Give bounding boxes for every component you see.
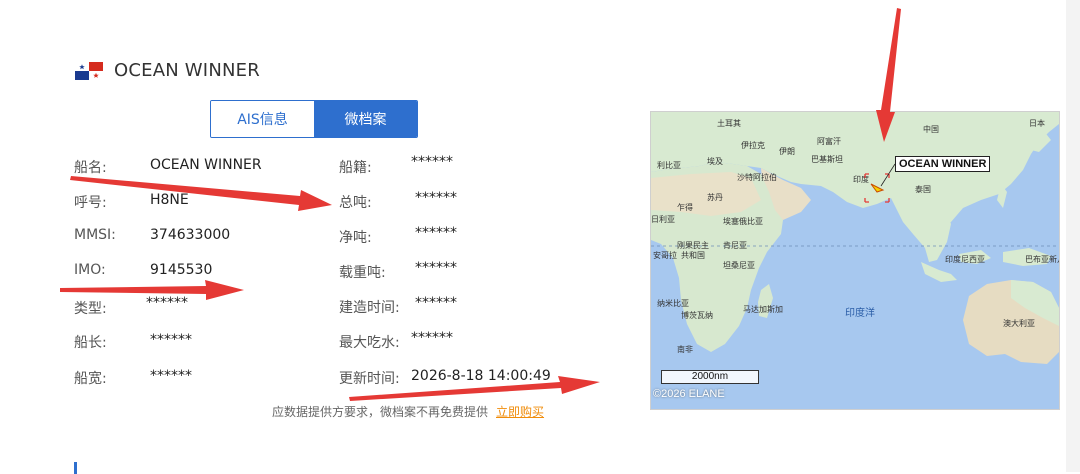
ship-name: OCEAN WINNER: [114, 60, 260, 81]
map-label: 巴布亚新几内亚: [1025, 254, 1059, 264]
map-label: 纳米比亚: [657, 298, 689, 308]
label-ship-name: 船名:: [74, 160, 107, 176]
map-label: 南非: [677, 344, 693, 354]
annotation-arrow-icon: [70, 176, 332, 211]
map-label: 日本: [1029, 118, 1045, 128]
map-canvas: 土耳其 中国 日本 伊拉克 阿富汗 利比亚 埃及 伊朗 巴基斯坦 沙特阿拉伯 印…: [651, 112, 1059, 409]
map-label: 巴基斯坦: [811, 154, 843, 164]
label-length: 船长:: [74, 335, 107, 351]
value-net-tonnage: ******: [415, 225, 457, 241]
map-label: 中国: [923, 124, 939, 134]
value-max-draft: ******: [411, 330, 453, 346]
label-call-sign: 呼号:: [74, 195, 107, 211]
value-update-time: 2026-8-18 14:00:49: [411, 368, 551, 384]
label-gross-tonnage: 总吨:: [339, 195, 372, 211]
tab-ais-info[interactable]: AIS信息: [211, 101, 314, 137]
map-copyright: ©2026 ELANE: [653, 388, 725, 400]
map-label: 阿富汗: [817, 136, 841, 146]
label-beam: 船宽:: [74, 371, 107, 387]
value-type: ******: [146, 295, 188, 311]
map-label: 泰国: [915, 184, 931, 194]
map-label: 苏丹: [707, 192, 723, 202]
map-label: 坦桑尼亚: [723, 260, 755, 270]
profile-tabs: AIS信息 微档案: [210, 100, 418, 138]
map-label: 共和国: [681, 251, 705, 260]
label-build-date: 建造时间:: [339, 300, 400, 316]
section-header-bar: [74, 462, 77, 474]
value-call-sign: H8NE: [150, 192, 189, 208]
map-label: 土耳其: [717, 118, 741, 128]
label-deadweight: 载重吨:: [339, 265, 386, 281]
map-label: 利比亚: [657, 160, 681, 170]
map-label: 澳大利亚: [1003, 318, 1035, 328]
value-imo: 9145530: [150, 262, 213, 278]
map-label: 马达加斯加: [743, 304, 783, 314]
map-label: 伊朗: [779, 146, 795, 156]
page-side-strip: [1066, 0, 1080, 472]
value-flag-state: ******: [411, 154, 453, 170]
label-imo: IMO:: [74, 262, 106, 278]
map-label: 安哥拉: [653, 250, 677, 260]
buy-now-link[interactable]: 立即购买: [496, 405, 544, 419]
ocean-label: 印度洋: [845, 306, 875, 319]
map-label: 博茨瓦纳: [681, 310, 713, 320]
map-label: 埃塞俄比亚: [723, 216, 763, 226]
map-label: 刚果民主: [677, 240, 709, 250]
ship-position-map[interactable]: 土耳其 中国 日本 伊拉克 阿富汗 利比亚 埃及 伊朗 巴基斯坦 沙特阿拉伯 印…: [650, 111, 1060, 410]
map-label: 埃及: [707, 156, 723, 166]
value-deadweight: ******: [415, 260, 457, 276]
label-type: 类型:: [74, 301, 107, 317]
label-update-time: 更新时间:: [339, 371, 400, 387]
value-beam: ******: [150, 368, 192, 384]
label-net-tonnage: 净吨:: [339, 230, 372, 246]
panama-flag-icon: [75, 62, 103, 80]
value-ship-name: OCEAN WINNER: [150, 157, 262, 173]
map-label: 印度: [853, 174, 869, 184]
map-label: 印度尼西亚: [945, 254, 985, 264]
paywall-notice: 应数据提供方要求，微档案不再免费提供 立即购买: [272, 403, 544, 420]
label-max-draft: 最大吃水:: [339, 335, 400, 351]
label-flag-state: 船籍:: [339, 160, 372, 176]
map-label: 伊拉克: [741, 140, 765, 150]
label-mmsi: MMSI:: [74, 227, 116, 243]
paywall-notice-text: 应数据提供方要求，微档案不再免费提供: [272, 405, 489, 419]
value-length: ******: [150, 332, 192, 348]
map-label: 尼日利亚: [651, 214, 675, 224]
map-label: 乍得: [677, 202, 693, 212]
ship-map-label[interactable]: OCEAN WINNER: [895, 156, 991, 172]
map-scale-bar: 2000nm: [661, 370, 759, 384]
value-gross-tonnage: ******: [415, 190, 457, 206]
value-build-date: ******: [415, 295, 457, 311]
map-label: 沙特阿拉伯: [737, 172, 777, 182]
tab-micro-profile[interactable]: 微档案: [314, 101, 417, 137]
map-label: 肯尼亚: [723, 240, 747, 250]
value-mmsi: 374633000: [150, 227, 231, 243]
